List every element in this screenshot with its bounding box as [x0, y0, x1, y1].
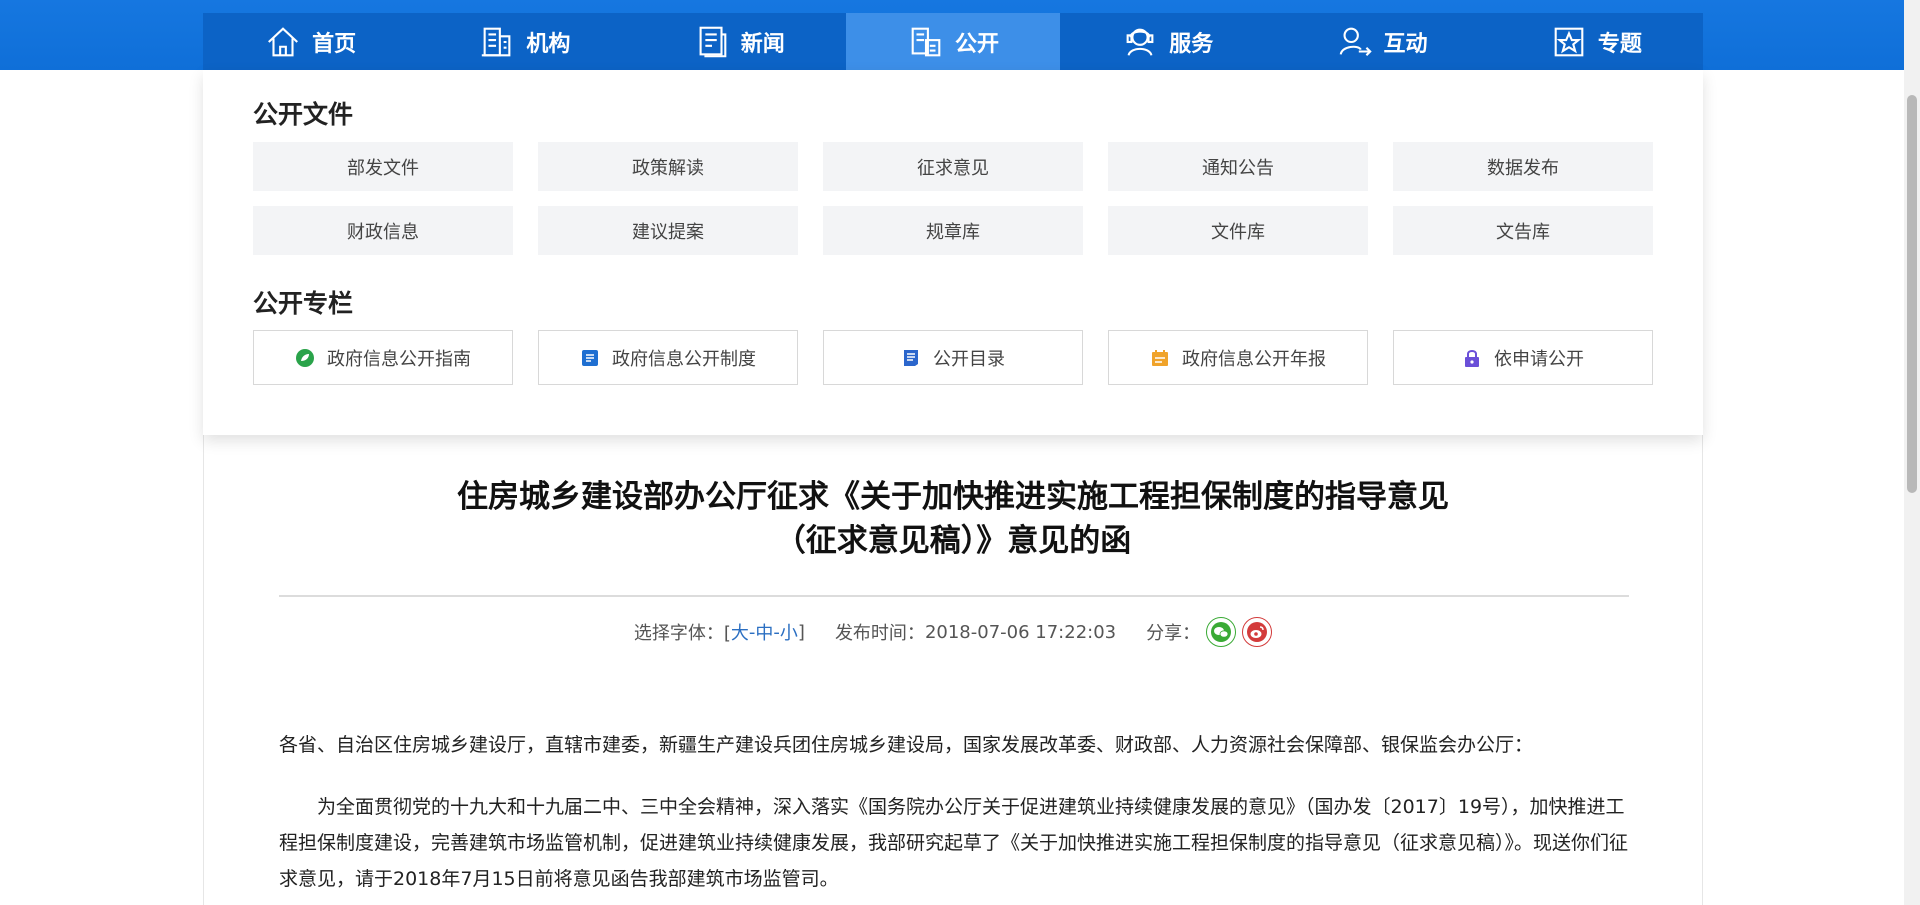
- nav-label: 互动: [1383, 31, 1428, 57]
- column-catalog[interactable]: 公开目录: [823, 330, 1083, 385]
- disclosure-icon: [911, 27, 941, 56]
- file-link[interactable]: 文告库: [1393, 206, 1653, 255]
- dropdown-panel: 公开文件 部发文件 政策解读 征求意见 通知公告 数据发布 财政信息 建议提案 …: [203, 70, 1703, 435]
- scrollbar-thumb[interactable]: [1907, 95, 1917, 493]
- file-link[interactable]: 部发文件: [253, 142, 513, 191]
- font-size-label: 选择字体：[: [633, 623, 731, 644]
- title-divider: [279, 595, 1629, 597]
- article-title-line2: （征求意见稿）》意见的函: [774, 523, 1132, 559]
- file-link[interactable]: 规章库: [823, 206, 1083, 255]
- article-title: 住房城乡建设部办公厅征求《关于加快推进实施工程担保制度的指导意见 （征求意见稿）…: [204, 475, 1702, 563]
- file-link[interactable]: 数据发布: [1393, 142, 1653, 191]
- nav-disclosure[interactable]: 公开: [845, 13, 1061, 70]
- font-large-link[interactable]: 大: [731, 619, 749, 645]
- nav-label: 首页: [312, 31, 357, 57]
- publish-label: 发布时间：: [834, 623, 925, 644]
- file-link[interactable]: 政策解读: [538, 142, 798, 191]
- nav-topic[interactable]: 专题: [1489, 13, 1703, 70]
- column-label: 依申请公开: [1494, 348, 1584, 370]
- article-content: 住房城乡建设部办公厅征求《关于加快推进实施工程担保制度的指导意见 （征求意见稿）…: [203, 435, 1703, 905]
- home-icon: [268, 26, 299, 56]
- leaf-icon: [296, 348, 314, 367]
- calendar-icon: [1152, 349, 1168, 366]
- star-icon: [1554, 27, 1584, 56]
- font-medium-link[interactable]: 中: [755, 619, 773, 645]
- files-grid: 部发文件 政策解读 征求意见 通知公告 数据发布 财政信息 建议提案 规章库 文…: [253, 142, 1655, 255]
- column-label: 政府信息公开指南: [327, 348, 471, 370]
- file-link[interactable]: 征求意见: [823, 142, 1083, 191]
- file-link[interactable]: 财政信息: [253, 206, 513, 255]
- font-size-close: ]: [797, 621, 805, 643]
- lock-icon: [1465, 349, 1479, 367]
- nav-label: 机构: [526, 31, 571, 57]
- column-apply[interactable]: 依申请公开: [1393, 330, 1653, 385]
- building-icon: [482, 27, 511, 56]
- font-small-link[interactable]: 小: [780, 619, 798, 645]
- file-link[interactable]: 建议提案: [538, 206, 798, 255]
- publish-time: 2018-07-06 17:22:03: [924, 621, 1117, 643]
- wechat-share-icon[interactable]: [1206, 617, 1237, 647]
- weibo-share-icon[interactable]: [1242, 617, 1273, 647]
- nav-org[interactable]: 机构: [417, 13, 631, 70]
- article-paragraph: 各省、自治区住房城乡建设厅，直辖市建委，新疆生产建设兵团住房城乡建设局，国家发展…: [279, 734, 1534, 756]
- share-label: 分享：: [1146, 623, 1201, 644]
- section-title-files: 公开文件: [253, 100, 354, 129]
- column-system[interactable]: 政府信息公开制度: [538, 330, 798, 385]
- main-nav: 首页 机构 新闻 公开 服务 互动 专题: [203, 13, 1703, 70]
- article-paragraph: 为全面贯彻党的十九大和十九届二中、三中全会精神，深入落实《国务院办公厅关于促进建…: [279, 796, 1629, 890]
- nav-label: 公开: [954, 31, 999, 57]
- nav-home[interactable]: 首页: [203, 13, 417, 70]
- file-link[interactable]: 文件库: [1108, 206, 1368, 255]
- nav-news[interactable]: 新闻: [632, 13, 846, 70]
- nav-interact[interactable]: 互动: [1274, 13, 1488, 70]
- nav-label: 服务: [1169, 31, 1214, 57]
- file-link[interactable]: 通知公告: [1108, 142, 1368, 191]
- nav-label: 新闻: [740, 31, 785, 57]
- list-icon: [904, 349, 918, 366]
- interact-icon: [1339, 27, 1372, 56]
- column-label: 政府信息公开年报: [1182, 348, 1326, 370]
- column-label: 政府信息公开制度: [612, 348, 756, 370]
- service-icon: [1126, 28, 1154, 56]
- article-title-line1: 住房城乡建设部办公厅征求《关于加快推进实施工程担保制度的指导意见: [457, 479, 1449, 515]
- section-title-columns: 公开专栏: [253, 289, 354, 318]
- page-scrollbar[interactable]: [1904, 0, 1920, 905]
- nav-label: 专题: [1597, 31, 1642, 57]
- column-guide[interactable]: 政府信息公开指南: [253, 330, 513, 385]
- columns-grid: 政府信息公开指南 政府信息公开制度 公开目录 政府信息公开年报 依申请公开: [253, 330, 1655, 385]
- news-icon: [699, 26, 727, 57]
- nav-service[interactable]: 服务: [1060, 13, 1274, 70]
- article-meta: 选择字体：[ 大 - 中 - 小 ] 发布时间： 2018-07-06 17:2…: [204, 617, 1702, 647]
- column-annual-report[interactable]: 政府信息公开年报: [1108, 330, 1368, 385]
- document-icon: [582, 349, 598, 366]
- column-label: 公开目录: [933, 348, 1005, 370]
